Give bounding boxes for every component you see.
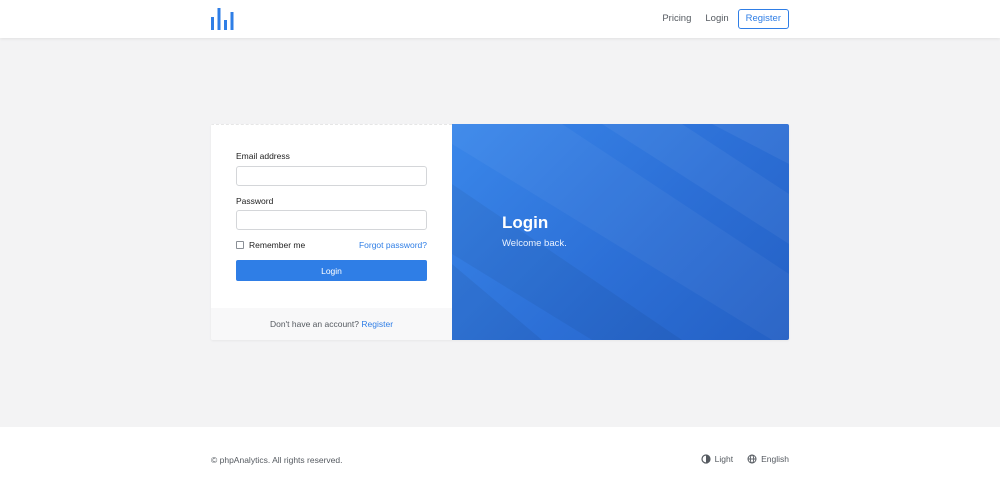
login-submit-button[interactable]: Login	[236, 260, 427, 281]
remember-me-checkbox[interactable]	[236, 241, 244, 249]
forgot-password-link[interactable]: Forgot password?	[359, 240, 427, 250]
nav-register-button[interactable]: Register	[737, 9, 789, 29]
hero-subtitle: Welcome back.	[502, 238, 567, 249]
language-label: English	[761, 454, 789, 464]
copyright-text: © phpAnalytics. All rights reserved.	[211, 455, 343, 465]
contrast-icon	[701, 454, 711, 464]
email-field[interactable]	[236, 166, 427, 186]
signup-prompt-text: Don't have an account?	[269, 319, 359, 329]
signup-prompt: Don't have an account? Register	[211, 308, 452, 340]
password-field[interactable]	[236, 210, 427, 230]
password-label: Password	[236, 196, 274, 206]
site-header: Pricing Login Register	[0, 0, 1000, 38]
nav-login-link[interactable]: Login	[698, 9, 735, 29]
login-hero-panel: Login Welcome back.	[452, 124, 789, 340]
globe-icon	[747, 454, 757, 464]
card-divider	[211, 124, 452, 125]
remember-row: Remember me Forgot password?	[236, 240, 427, 252]
theme-label: Light	[714, 454, 734, 464]
top-nav: Pricing Login Register	[655, 9, 789, 29]
theme-toggle[interactable]: Light	[701, 454, 733, 464]
footer-controls: Light English	[701, 454, 789, 464]
signup-register-link[interactable]: Register	[361, 319, 393, 329]
site-footer: © phpAnalytics. All rights reserved. Lig…	[0, 427, 1000, 493]
language-selector[interactable]: English	[747, 454, 789, 464]
login-form: Email address Password Remember me Forgo…	[211, 124, 452, 340]
nav-pricing-link[interactable]: Pricing	[655, 9, 698, 29]
remember-me-label[interactable]: Remember me	[249, 240, 305, 250]
email-label: Email address	[236, 151, 290, 161]
hero-title: Login	[502, 213, 549, 232]
bar-chart-logo-icon[interactable]	[211, 8, 234, 30]
login-card: Email address Password Remember me Forgo…	[211, 124, 789, 340]
